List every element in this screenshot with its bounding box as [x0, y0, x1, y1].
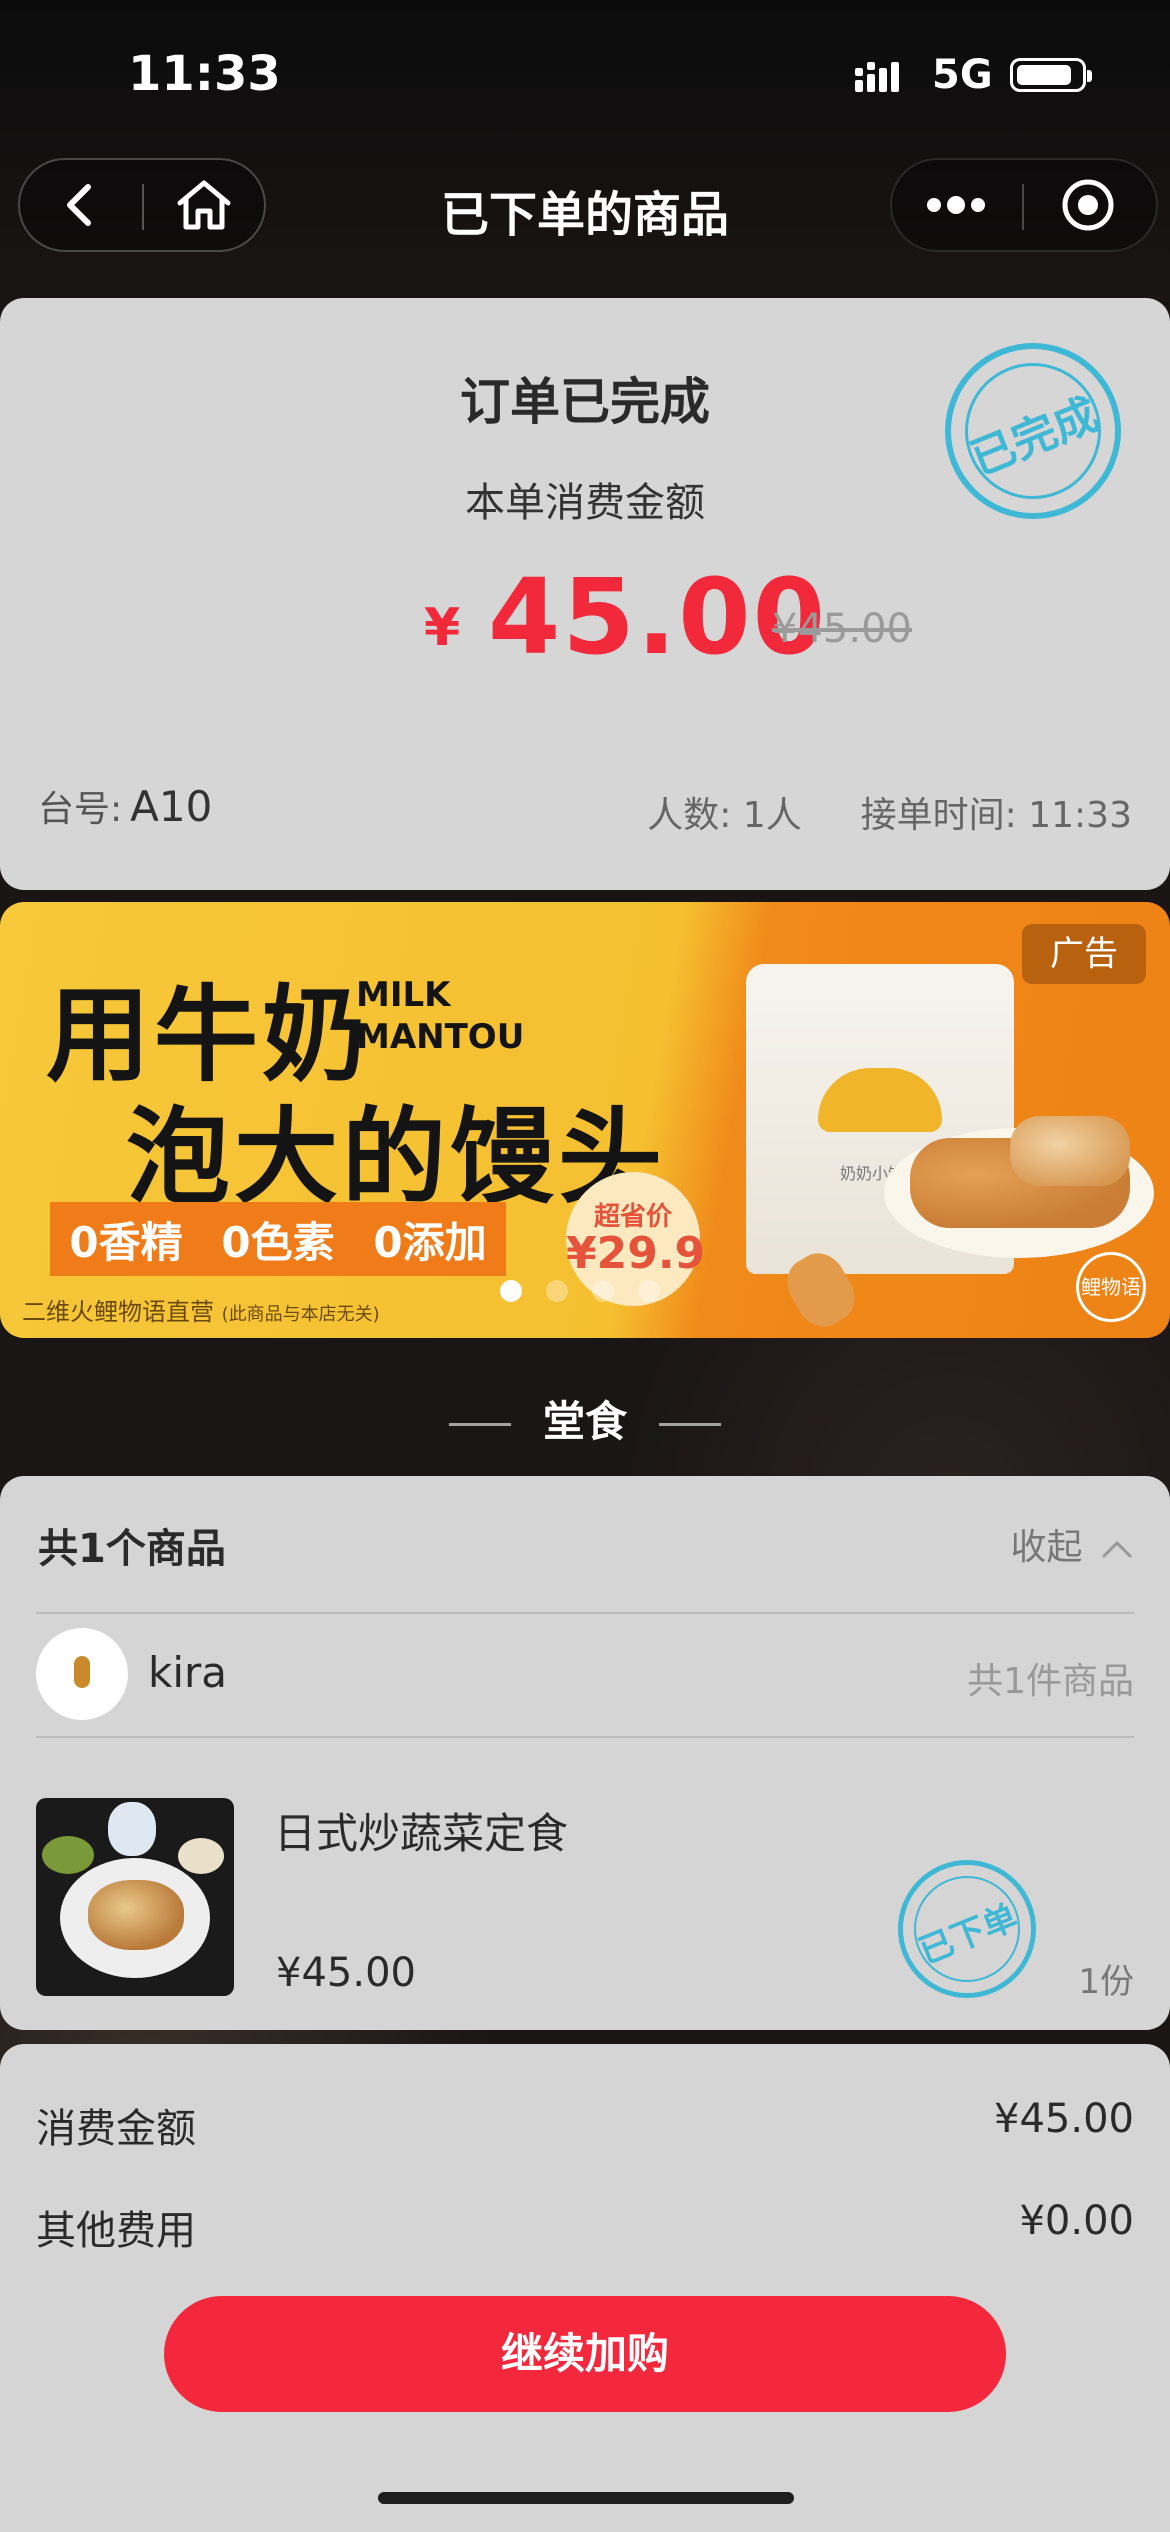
home-indicator[interactable] [378, 2492, 794, 2504]
banner-tag: 0香精 [69, 1217, 183, 1267]
nav-divider [1022, 184, 1024, 230]
item-thumbnail [36, 1798, 234, 1996]
banner-tag: 0添加 [373, 1217, 487, 1267]
continue-ordering-button[interactable]: 继续加购 [164, 2296, 1006, 2412]
status-bar: 11:33 5G [0, 0, 1170, 150]
banner-milk-line-1: MILK [356, 975, 451, 1015]
fee-row: 其他费用 ¥0.00 [36, 2198, 1134, 2256]
goods-count: 共1个商品 [38, 1526, 226, 1572]
shop-name: kira [148, 1648, 227, 1697]
brand-logo: 鲤物语 [1076, 1252, 1146, 1322]
carousel-dot[interactable] [592, 1280, 614, 1302]
section-title: 堂食 [542, 1397, 627, 1446]
section-header: 堂食 [0, 1388, 1170, 1449]
fee-value: ¥0.00 [1019, 2198, 1134, 2244]
banner-seller-name: 二维火鲤物语直营 [22, 1298, 214, 1326]
banner-tag: 0色素 [221, 1217, 335, 1267]
people-count: 人数: 1人 [647, 795, 802, 836]
carousel-dots [500, 1280, 660, 1302]
shop-item-count: 共1件商品 [967, 1661, 1134, 1702]
record-icon [1062, 179, 1114, 231]
accept-time: 接单时间: 11:33 [860, 795, 1132, 836]
banner-tags: 0香精 0色素 0添加 [50, 1202, 506, 1276]
banner-disclaimer: (此商品与本店无关) [221, 1304, 380, 1325]
close-miniprogram-button[interactable] [1028, 160, 1148, 250]
carousel-dot[interactable] [638, 1280, 660, 1302]
order-meta: 人数: 1人 接单时间: 11:33 [647, 786, 1132, 838]
table-number-label: 台号: [38, 789, 123, 830]
banner-milk-text: MILK MANTOU [356, 974, 524, 1058]
currency-symbol: ¥ [424, 598, 461, 658]
order-amount-row: ¥ 45.00 ¥45.00 [0, 556, 1170, 678]
fee-summary: 消费金额 ¥45.00 其他费用 ¥0.00 [0, 2044, 1170, 2532]
network-label: 5G [932, 52, 993, 98]
collapse-button[interactable]: 收起 [1011, 1518, 1134, 1570]
carousel-dot[interactable] [500, 1280, 522, 1302]
nav-capsule-right [890, 158, 1158, 252]
table-number-value: A10 [130, 782, 213, 831]
carousel-dot[interactable] [546, 1280, 568, 1302]
goods-card: 共1个商品 收起 kira 共1件商品 日式炒蔬菜定食 ¥45.00 已下单 1… [0, 1476, 1170, 2030]
ad-banner[interactable]: 用牛奶 MILK MANTOU 泡大的馒头 0香精 0色素 0添加 二维火鲤物语… [0, 902, 1170, 1338]
divider [36, 1736, 1134, 1738]
banner-seller: 二维火鲤物语直营 (此商品与本店无关) [22, 1292, 380, 1327]
table-number: 台号: A10 [38, 780, 212, 832]
shop-avatar [36, 1628, 128, 1720]
divider [36, 1612, 1134, 1614]
fee-value: ¥45.00 [994, 2096, 1134, 2142]
fee-label: 其他费用 [36, 2208, 196, 2254]
banner-price: ¥29.9 [566, 1228, 706, 1279]
ordered-stamp: 已下单 [898, 1860, 1036, 1998]
ad-badge: 广告 [1022, 924, 1146, 984]
order-status-card: 订单已完成 本单消费金额 ¥ 45.00 ¥45.00 已完成 台号: A10 人… [0, 298, 1170, 890]
signal-icon [855, 62, 899, 92]
buns-image [1010, 1116, 1130, 1186]
item-price: ¥45.00 [276, 1950, 416, 1996]
status-time: 11:33 [128, 46, 281, 102]
battery-icon [1010, 58, 1092, 92]
item-quantity: 1份 [1078, 1962, 1134, 2002]
more-icon [927, 196, 985, 214]
completed-stamp: 已完成 [945, 343, 1121, 519]
item-name: 日式炒蔬菜定食 [274, 1809, 569, 1858]
chevron-up-icon [1102, 1540, 1132, 1558]
original-amount: ¥45.00 [772, 606, 912, 652]
banner-milk-line-2: MANTOU [356, 1017, 525, 1057]
fee-row: 消费金额 ¥45.00 [36, 2096, 1134, 2154]
collapse-label: 收起 [1010, 1527, 1083, 1568]
more-button[interactable] [896, 160, 1016, 250]
fee-label: 消费金额 [36, 2106, 196, 2152]
